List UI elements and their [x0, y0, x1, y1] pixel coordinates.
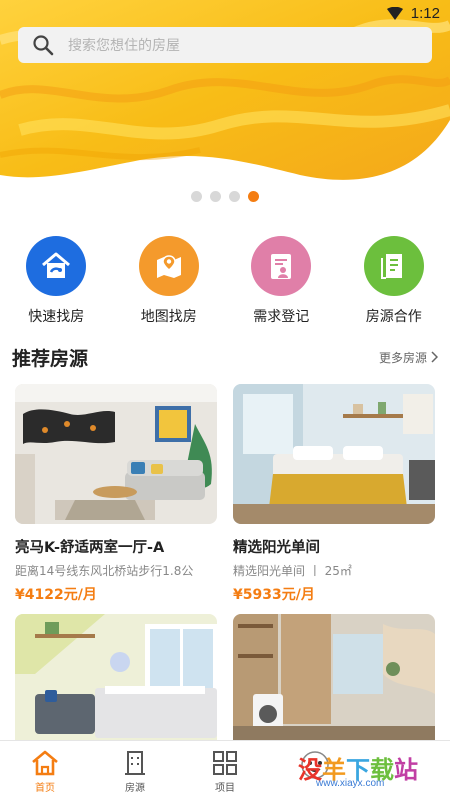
status-bar: 1:12: [0, 0, 450, 28]
nav-label: 房源: [125, 783, 145, 794]
listing-subtitle: 距离14号线东风北桥站步行1.8公: [15, 564, 194, 578]
nav-label: 首页: [35, 783, 55, 794]
wifi-icon: [386, 6, 403, 20]
nav-label: 项目: [215, 783, 235, 794]
listing-card[interactable]: [233, 614, 435, 744]
listing-price: ¥4122元/月: [15, 587, 97, 603]
cooperation-icon: [363, 236, 424, 296]
search-placeholder: 搜索您想住的房屋: [68, 38, 180, 54]
carousel-indicator: [0, 191, 450, 202]
building-icon: [125, 751, 145, 775]
section-title: 推荐房源: [12, 347, 89, 370]
home-icon: [32, 750, 58, 776]
more-link-label: 更多房源: [378, 350, 427, 365]
tab-listings[interactable]: 房源: [90, 741, 180, 798]
map-pin-icon: [138, 236, 199, 296]
carousel-dot[interactable]: [191, 191, 202, 202]
listing-photo: [233, 384, 435, 524]
listing-card[interactable]: [15, 614, 217, 744]
more-listings-link[interactable]: 更多房源: [379, 349, 438, 366]
listing-card[interactable]: 亮马K-舒适两室一厅-A 距离14号线东风北桥站步行1.8公 ¥4122元/月: [15, 384, 217, 604]
search-icon: [33, 35, 54, 56]
quick-entry-label: 地图找房: [140, 309, 197, 325]
listing-title: 亮马K-舒适两室一厅-A: [15, 540, 165, 556]
listing-photo: [15, 614, 217, 744]
quick-entry-row: 快速找房 地图找房 需求登记 房源合作: [0, 236, 450, 326]
watermark-logo: 没羊下载站 www.xiayx.com: [296, 748, 446, 794]
quick-entry-label: 快速找房: [28, 309, 85, 325]
quick-entry-label: 房源合作: [365, 309, 422, 325]
carousel-dot[interactable]: [229, 191, 240, 202]
tab-projects[interactable]: 项目: [180, 741, 270, 798]
chevron-right-icon: [431, 351, 438, 363]
listing-photo: [233, 614, 435, 744]
carousel-dot-active[interactable]: [248, 191, 259, 202]
listing-subtitle: 精选阳光单间 丨 25㎡: [233, 564, 352, 578]
quick-entry-register[interactable]: 需求登记: [225, 236, 338, 326]
status-time: 1:12: [410, 5, 440, 22]
tab-home[interactable]: 首页: [0, 741, 90, 798]
search-input[interactable]: 搜索您想住的房屋: [18, 27, 432, 63]
quick-entry-map-search[interactable]: 地图找房: [113, 236, 226, 326]
listing-price: ¥5933元/月: [233, 587, 315, 603]
carousel-dot[interactable]: [210, 191, 221, 202]
listing-title: 精选阳光单间: [233, 540, 320, 556]
quick-entry-cooperation[interactable]: 房源合作: [338, 236, 450, 326]
quick-entry-label: 需求登记: [253, 309, 310, 325]
grid-icon: [213, 751, 237, 775]
quick-entry-fast-search[interactable]: 快速找房: [0, 236, 113, 326]
recommend-header: 推荐房源 更多房源: [12, 342, 438, 372]
listing-photo: [15, 384, 217, 524]
house-search-icon: [26, 236, 87, 296]
watermark-url: www.xiayx.com: [316, 778, 385, 789]
register-icon: [251, 236, 312, 296]
listing-card[interactable]: 精选阳光单间 精选阳光单间 丨 25㎡ ¥5933元/月: [233, 384, 435, 604]
